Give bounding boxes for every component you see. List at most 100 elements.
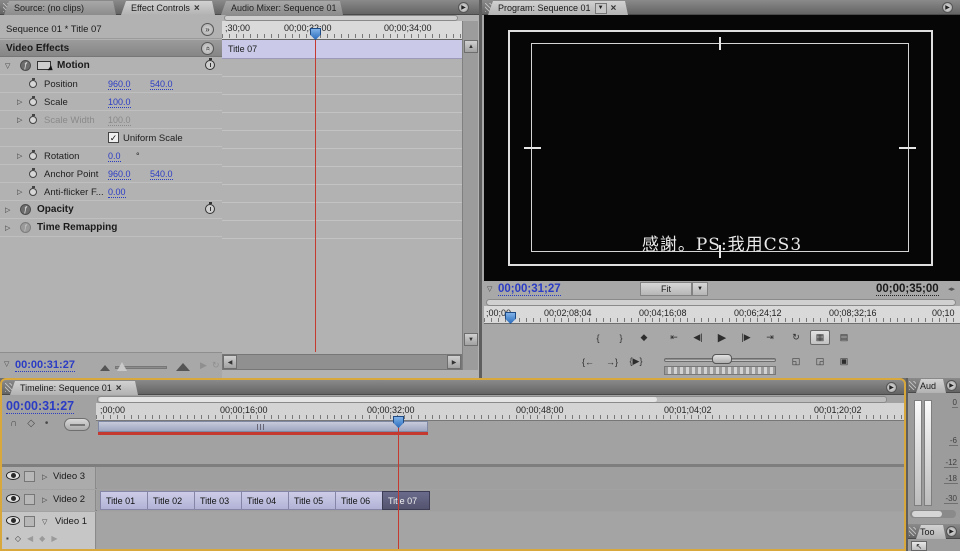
zoom-level-dropdown-icon[interactable]: ▼: [692, 282, 708, 296]
track-lane-video2[interactable]: Title 01Title 02Title 03Title 04Title 05…: [97, 490, 904, 511]
clip-title-01[interactable]: Title 01: [100, 491, 148, 510]
panel-menu-icon[interactable]: ▶: [458, 2, 469, 13]
safe-margins-button[interactable]: ▦: [810, 330, 830, 345]
scroll-down-icon[interactable]: ▼: [464, 333, 478, 346]
jog-disk[interactable]: [664, 366, 776, 375]
step-back-button[interactable]: ◀|: [688, 330, 708, 345]
zoom-handle-pill[interactable]: [64, 418, 90, 431]
close-icon[interactable]: ×: [611, 4, 617, 13]
effect-row[interactable]: ▷Scale Width100.0: [0, 111, 222, 129]
twirl-icon[interactable]: ▷: [17, 188, 22, 196]
play-button[interactable]: ▶: [712, 330, 732, 345]
extract-button[interactable]: ◲: [810, 354, 830, 369]
work-area-grip[interactable]: [257, 424, 265, 430]
close-icon[interactable]: ×: [116, 384, 122, 393]
panel-grip[interactable]: [909, 381, 916, 390]
tab-program[interactable]: Program: Sequence 01 ▼ ×: [488, 1, 628, 15]
zoom-in-icon[interactable]: [176, 363, 190, 371]
lift-button[interactable]: ◱: [786, 354, 806, 369]
twirl-icon[interactable]: ▷: [17, 116, 22, 124]
scroll-right-icon[interactable]: ▶: [447, 355, 461, 369]
zoom-level-select[interactable]: Fit: [640, 282, 692, 296]
scroll-up-icon[interactable]: ▲: [464, 40, 478, 53]
track-header-video3[interactable]: ▷ Video 3: [2, 467, 96, 489]
effect-row[interactable]: ▷Scale100.0: [0, 93, 222, 111]
effect-row[interactable]: ▷Rotation0.0°: [0, 147, 222, 165]
program-video-area[interactable]: 感謝。PS:我用CS3: [484, 15, 960, 281]
twirl-icon[interactable]: ▽: [5, 62, 10, 70]
panel-grip[interactable]: [909, 527, 916, 536]
effect-row[interactable]: ▷ƒOpacity: [0, 201, 222, 219]
property-value[interactable]: 0.00: [108, 187, 126, 198]
clip-title-04[interactable]: Title 04: [241, 491, 289, 510]
property-value[interactable]: 960.0: [108, 79, 131, 90]
track-lock-toggle[interactable]: [24, 516, 35, 527]
set-encore-chapter-marker-icon[interactable]: ◇: [27, 418, 35, 429]
current-time-display[interactable]: 00:00:31:27: [15, 359, 75, 372]
go-to-next-edit-button[interactable]: →}: [602, 354, 622, 369]
meters-scrollbar[interactable]: [910, 510, 956, 518]
toggle-animation-icon[interactable]: [29, 188, 37, 196]
collapse-track-icon[interactable]: ▽: [42, 518, 47, 526]
toggle-animation-icon[interactable]: [29, 98, 37, 106]
stopwatch-icon[interactable]: [205, 60, 215, 70]
play-in-to-out-button[interactable]: {▶}: [626, 354, 646, 369]
set-display-style-icon[interactable]: ▪: [6, 534, 9, 543]
toggle-animation-icon[interactable]: [29, 170, 37, 178]
clip-title-03[interactable]: Title 03: [194, 491, 242, 510]
panel-menu-icon[interactable]: ▶: [886, 382, 897, 393]
set-unnumbered-marker-icon[interactable]: •: [45, 418, 49, 429]
uniform-scale-checkbox[interactable]: ✓: [108, 132, 119, 143]
timecode-disclosure-icon[interactable]: ▽: [487, 285, 492, 293]
collapse-track-icon[interactable]: ▷: [42, 496, 47, 504]
toggle-track-output-icon[interactable]: [6, 516, 20, 525]
scroll-left-icon[interactable]: ◀: [223, 355, 237, 369]
collapse-track-icon[interactable]: ▷: [42, 473, 47, 481]
property-value[interactable]: 540.0: [150, 169, 173, 180]
zoom-slider-handle[interactable]: [117, 362, 127, 371]
track-header-video2[interactable]: ▷ Video 2: [2, 490, 96, 511]
timecode-disclosure-icon[interactable]: ▽: [4, 360, 9, 368]
timeline-scrollzoom-track[interactable]: [97, 396, 887, 403]
program-current-timecode[interactable]: 00;00;31;27: [498, 283, 561, 296]
clip-title-06[interactable]: Title 06: [335, 491, 383, 510]
stopwatch-icon[interactable]: [205, 204, 215, 214]
twirl-icon[interactable]: ▷: [17, 98, 22, 106]
property-value[interactable]: 960.0: [108, 169, 131, 180]
program-viewing-area-bar[interactable]: [486, 299, 956, 306]
twirl-icon[interactable]: ▷: [5, 224, 10, 232]
ec-vertical-scrollbar[interactable]: ▲ ▼: [462, 21, 478, 370]
timeline-scrollzoom-handle[interactable]: [99, 397, 657, 402]
clip-title-05[interactable]: Title 05: [288, 491, 336, 510]
tab-timeline[interactable]: Timeline: Sequence 01 ×: [10, 381, 138, 395]
ec-horizontal-scrollbar[interactable]: ◀ ▶: [222, 354, 462, 370]
go-to-previous-keyframe-icon[interactable]: ◀: [27, 534, 33, 543]
loop-button[interactable]: ↻: [786, 330, 806, 345]
track-lock-toggle[interactable]: [24, 494, 35, 505]
toggle-animation-icon[interactable]: [29, 116, 37, 124]
program-select-dropdown-icon[interactable]: ▼: [595, 3, 607, 14]
set-unnumbered-marker-button[interactable]: ◆: [634, 330, 654, 345]
track-lane-video1[interactable]: [97, 512, 904, 551]
effect-row[interactable]: ▽ƒMotion: [0, 57, 222, 75]
shuttle-handle[interactable]: [712, 354, 732, 364]
timeline-current-timecode[interactable]: 00:00:31:27: [6, 399, 74, 414]
toggle-track-output-icon[interactable]: [6, 494, 20, 503]
clip-title-07[interactable]: Title 07: [382, 491, 430, 510]
step-forward-button[interactable]: |▶: [736, 330, 756, 345]
panel-menu-icon[interactable]: ▶: [946, 526, 957, 537]
snap-icon[interactable]: ∩: [10, 418, 17, 429]
go-to-next-keyframe-icon[interactable]: ▶: [51, 534, 57, 543]
toggle-animation-icon[interactable]: [29, 80, 37, 88]
set-out-point-button[interactable]: }: [611, 330, 631, 345]
loop-playback-icon[interactable]: ↻: [212, 360, 220, 371]
show-keyframes-icon[interactable]: ◇: [15, 534, 21, 543]
go-to-in-point-button[interactable]: ⇤: [664, 330, 684, 345]
program-ruler[interactable]: ;00;0000;02;08;0400;04;16;0800;06;24;120…: [484, 306, 960, 324]
property-value[interactable]: 100.0: [108, 115, 131, 126]
effect-row[interactable]: Anchor Point960.0540.0: [0, 165, 222, 183]
collapse-section-icon[interactable]: »: [201, 42, 214, 55]
go-to-out-point-button[interactable]: ⇥: [760, 330, 780, 345]
tab-audio-mixer[interactable]: Audio Mixer: Sequence 01: [221, 1, 343, 15]
effect-row[interactable]: ▷ƒTime Remapping: [0, 219, 222, 237]
